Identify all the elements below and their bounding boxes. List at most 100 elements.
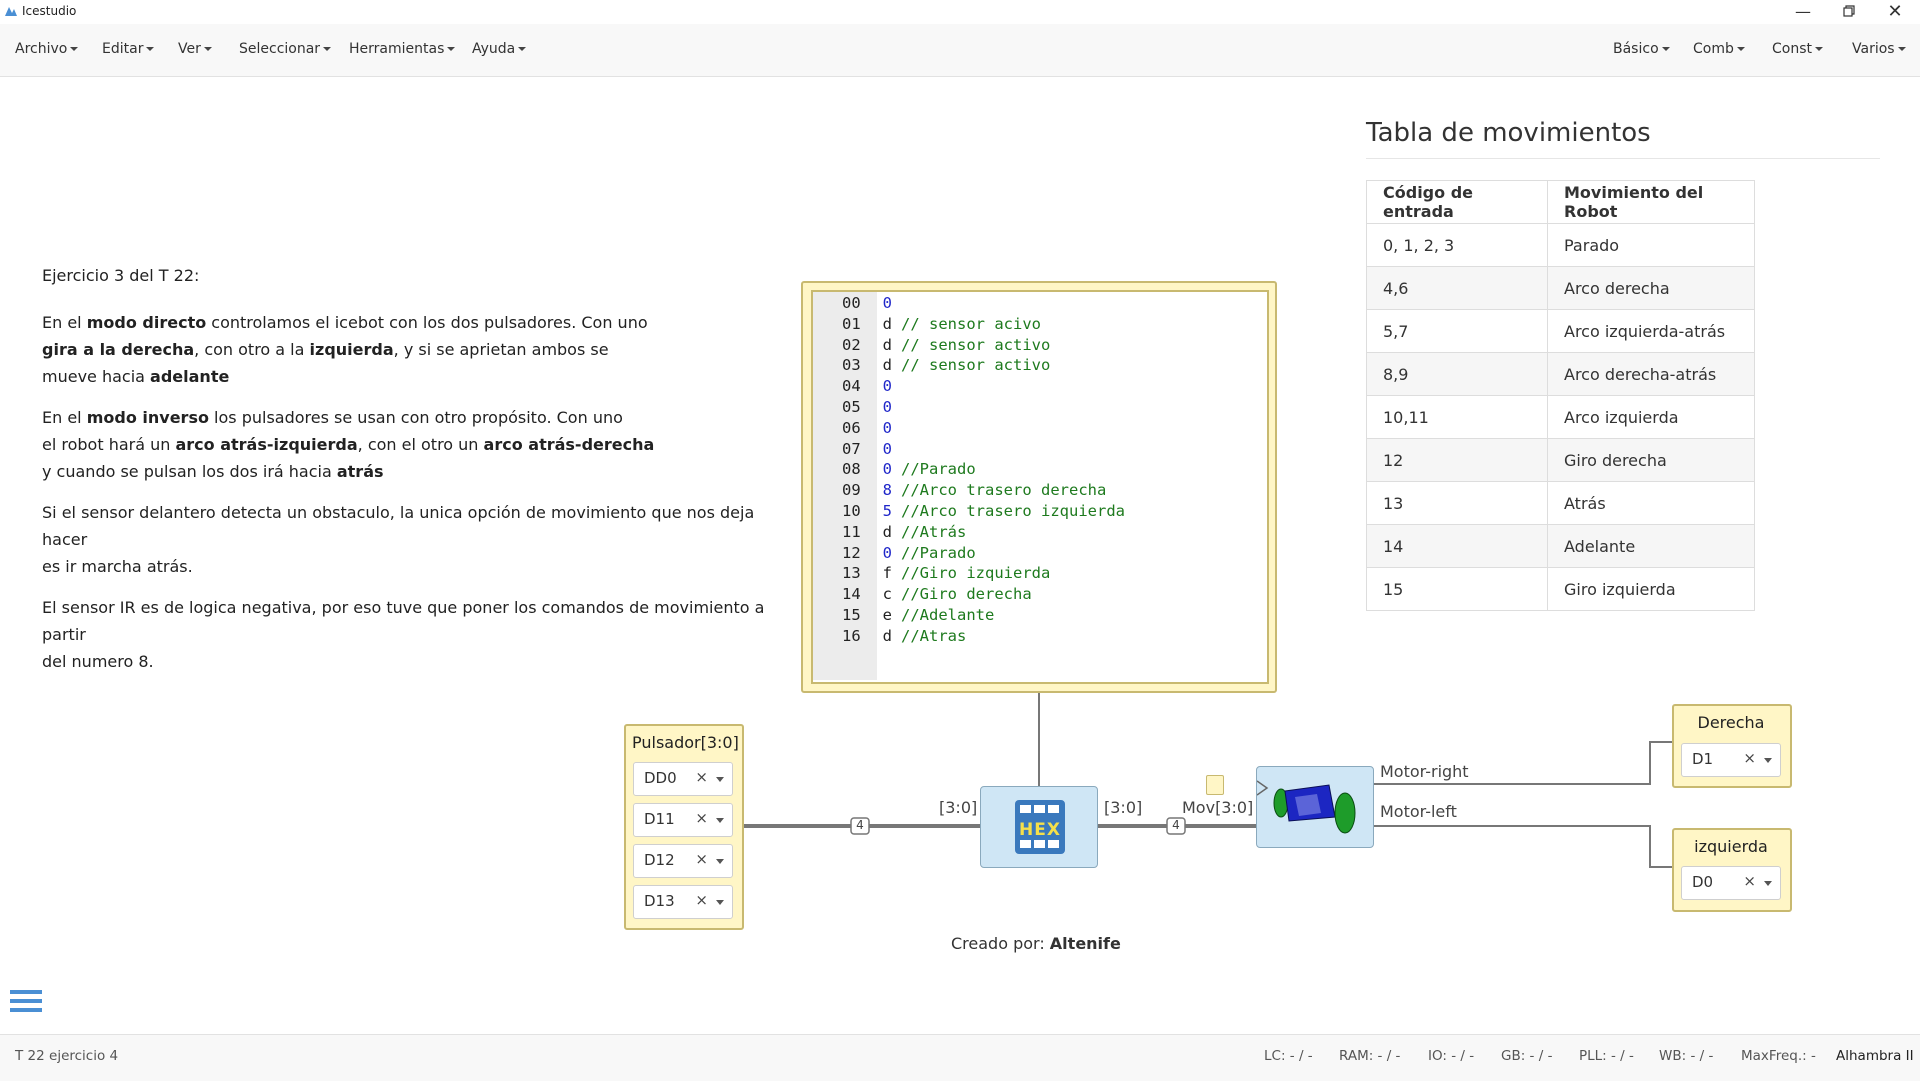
clear-icon[interactable]: × <box>695 850 708 868</box>
hex-memory-block[interactable]: HEX <box>980 786 1098 868</box>
code-value: 0 <box>882 377 893 396</box>
clear-icon[interactable]: × <box>1743 872 1756 890</box>
code-comment: //Arco trasero derecha <box>901 481 1107 500</box>
status-ram: RAM: - / - <box>1339 1048 1401 1064</box>
motor-input-port-label: Mov[3:0] <box>1182 798 1254 817</box>
pin-select-value: D13 <box>644 892 675 910</box>
line-number: 02 <box>842 335 861 354</box>
motor-left-port-label: Motor-left <box>1380 802 1457 821</box>
code-line[interactable]: 00 0 <box>842 293 901 313</box>
chevron-down-icon[interactable] <box>716 777 724 782</box>
pin-select-value: D0 <box>1692 873 1714 891</box>
code-line[interactable]: 13 f //Giro izquierda <box>842 563 1050 583</box>
clear-icon[interactable]: × <box>1743 749 1756 767</box>
code-value: c <box>882 585 893 604</box>
motor-right-port-label: Motor-right <box>1380 762 1469 781</box>
code-comment: //Giro izquierda <box>901 564 1051 583</box>
line-number: 13 <box>842 564 861 583</box>
code-comment: // sensor activo <box>901 356 1051 375</box>
code-line[interactable]: 06 0 <box>842 418 901 438</box>
line-number: 12 <box>842 543 861 562</box>
hex-output-port-label: [3:0] <box>1104 798 1143 817</box>
code-value: d <box>882 314 893 333</box>
hamburger-menu-icon[interactable] <box>10 988 42 1018</box>
pin-select[interactable]: D1 × <box>1681 743 1781 777</box>
code-line[interactable]: 16 d //Atras <box>842 626 966 646</box>
code-value: 5 <box>882 502 893 520</box>
clear-icon[interactable]: × <box>695 891 708 909</box>
chevron-down-icon[interactable] <box>1764 758 1772 763</box>
status-pll: PLL: - / - <box>1579 1048 1634 1064</box>
status-maxfreq: MaxFreq.: - <box>1741 1048 1816 1064</box>
output-block-title: Derecha <box>1697 713 1765 732</box>
line-number: 15 <box>842 606 861 624</box>
bus-width-label: 4 <box>1172 818 1180 832</box>
code-line[interactable]: 09 8 //Arco trasero derecha <box>842 480 1106 500</box>
pin-select[interactable]: D12 × <box>633 844 733 878</box>
chevron-down-icon[interactable] <box>716 859 724 864</box>
pin-select-value: D11 <box>644 810 675 828</box>
code-comment: //Adelante <box>901 606 995 624</box>
code-line[interactable]: 08 0 //Parado <box>842 459 976 479</box>
hex-input-port-label: [3:0] <box>939 798 978 817</box>
code-line[interactable]: 10 5 //Arco trasero izquierda <box>842 501 1125 521</box>
pin-select[interactable]: D11 × <box>633 803 733 837</box>
code-line[interactable]: 15 e //Adelante <box>842 605 994 625</box>
line-number: 04 <box>842 377 861 396</box>
output-block-title: izquierda <box>1694 837 1768 856</box>
code-value: f <box>882 564 893 583</box>
code-comment: //Atras <box>901 626 967 645</box>
pin-select-value: D1 <box>1692 750 1714 768</box>
code-line[interactable]: 07 0 <box>842 439 901 459</box>
motor-left-wire[interactable] <box>1373 825 1672 868</box>
code-line[interactable]: 03 d // sensor activo <box>842 355 1050 375</box>
input-block-title: Pulsador[3:0] <box>632 733 739 752</box>
pin-select-value: D12 <box>644 851 675 869</box>
pin-select[interactable]: D0 × <box>1681 866 1781 900</box>
code-line[interactable]: 02 d // sensor activo <box>842 335 1050 355</box>
code-comment: // sensor acivo <box>901 314 1041 333</box>
code-comment: //Arco trasero izquierda <box>901 502 1125 520</box>
status-board[interactable]: Alhambra II <box>1836 1048 1914 1064</box>
pin-select-value: DD0 <box>644 769 677 787</box>
chevron-down-icon[interactable] <box>1764 881 1772 886</box>
status-io: IO: - / - <box>1428 1048 1475 1064</box>
code-comment: //Parado <box>901 543 976 562</box>
line-number: 07 <box>842 439 861 458</box>
clear-icon[interactable]: × <box>695 768 708 786</box>
line-number: 00 <box>842 294 861 312</box>
code-comment: //Atrás <box>901 522 967 541</box>
code-value: 0 <box>882 439 893 458</box>
code-line[interactable]: 11 d //Atrás <box>842 522 966 542</box>
code-value: 0 <box>882 543 893 562</box>
status-gb: GB: - / - <box>1501 1048 1553 1064</box>
code-line[interactable]: 01 d // sensor acivo <box>842 314 1041 334</box>
motor-block[interactable] <box>1256 766 1374 848</box>
line-number: 09 <box>842 481 861 500</box>
chevron-down-icon[interactable] <box>716 900 724 905</box>
code-line[interactable]: 14 c //Giro derecha <box>842 584 1032 604</box>
clock-pin[interactable] <box>1206 775 1224 795</box>
line-number: 10 <box>842 502 861 520</box>
code-line[interactable]: 04 0 <box>842 376 901 396</box>
code-line[interactable]: 12 0 //Parado <box>842 543 976 563</box>
credit-text: Creado por: Altenife <box>951 934 1121 953</box>
code-value: e <box>882 606 893 624</box>
motor-icon <box>1257 780 1356 834</box>
code-comment: // sensor activo <box>901 335 1051 354</box>
code-line[interactable]: 05 0 <box>842 397 901 417</box>
code-value: d <box>882 522 893 541</box>
line-number: 06 <box>842 418 861 437</box>
code-value: d <box>882 626 893 645</box>
line-number: 11 <box>842 522 861 541</box>
clear-icon[interactable]: × <box>695 809 708 827</box>
code-value: 0 <box>882 398 893 416</box>
status-lc: LC: - / - <box>1264 1048 1313 1064</box>
line-number: 03 <box>842 356 861 375</box>
pin-select[interactable]: DD0 × <box>633 762 733 796</box>
chevron-down-icon[interactable] <box>716 818 724 823</box>
code-value: 8 <box>882 481 893 500</box>
pin-select[interactable]: D13 × <box>633 885 733 919</box>
project-name: T 22 ejercicio 4 <box>15 1048 119 1064</box>
line-number: 16 <box>842 626 861 645</box>
